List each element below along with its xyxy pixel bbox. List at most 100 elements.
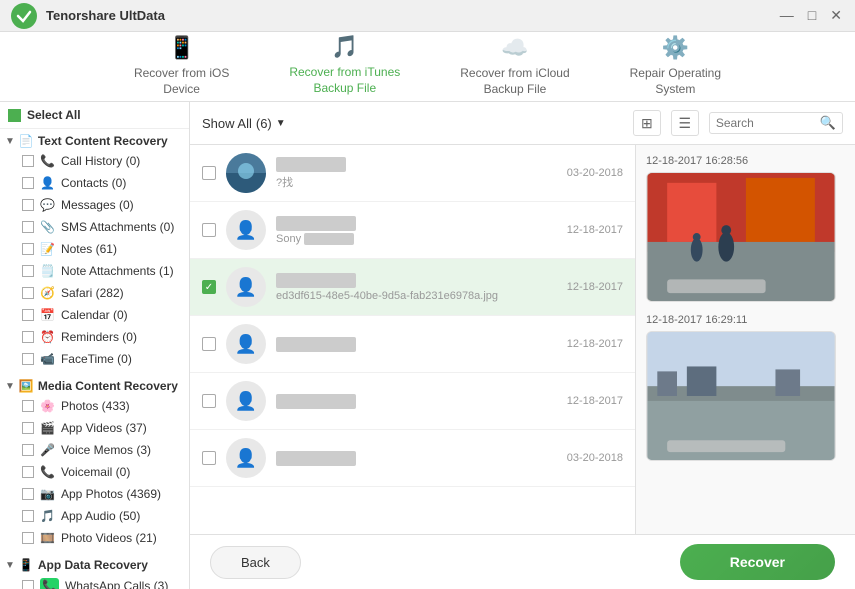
- sidebar-item-sms-attachments[interactable]: 📎 SMS Attachments (0): [0, 216, 189, 238]
- sidebar-item-facetime[interactable]: 📹 FaceTime (0): [0, 348, 189, 370]
- sidebar-item-contacts[interactable]: 👤 Contacts (0): [0, 172, 189, 194]
- nav-itunes[interactable]: 🎵 Recover from iTunesBackup File: [279, 26, 410, 106]
- preview-1-timestamp: 12-18-2017 16:28:56: [646, 155, 845, 167]
- sidebar-item-messages[interactable]: 💬 Messages (0): [0, 194, 189, 216]
- sidebar-item-photos[interactable]: 🌸 Photos (433): [0, 395, 189, 417]
- sidebar-item-voice-memos[interactable]: 🎤 Voice Memos (3): [0, 439, 189, 461]
- app-photos-checkbox[interactable]: [22, 488, 34, 500]
- item-1-date: 03-20-2018: [567, 167, 623, 179]
- logo-icon: [10, 2, 38, 30]
- item-5-info: ██████: [276, 394, 557, 409]
- list-item[interactable]: ✓ 👤 ██████ ed3df615-48e5-40be-9d5a-fab23…: [190, 259, 635, 316]
- call-history-icon: 📞: [40, 154, 55, 168]
- item-6-checkbox[interactable]: [202, 451, 216, 465]
- messages-checkbox[interactable]: [22, 199, 34, 211]
- item-2-sub: Sony ██: [276, 233, 557, 245]
- photo-videos-icon: 🎞️: [40, 531, 55, 545]
- voice-memos-icon: 🎤: [40, 443, 55, 457]
- photos-icon: 🌸: [40, 399, 55, 413]
- recover-button[interactable]: Recover: [680, 544, 835, 580]
- app-name: Tenorshare UltData: [46, 8, 165, 23]
- sidebar-item-safari[interactable]: 🧭 Safari (282): [0, 282, 189, 304]
- sidebar-item-photo-videos[interactable]: 🎞️ Photo Videos (21): [0, 527, 189, 549]
- list-item[interactable]: 👤 ██████ 12-18-2017: [190, 316, 635, 373]
- back-button[interactable]: Back: [210, 546, 301, 579]
- list-item[interactable]: ██████ ?找 03-20-2018: [190, 145, 635, 202]
- photos-checkbox[interactable]: [22, 400, 34, 412]
- nav-ios[interactable]: 📱 Recover from iOSDevice: [124, 27, 239, 105]
- sidebar-item-reminders[interactable]: ⏰ Reminders (0): [0, 326, 189, 348]
- whatsapp-calls-checkbox[interactable]: [22, 580, 34, 589]
- app-audio-checkbox[interactable]: [22, 510, 34, 522]
- main-content: Select All ▼ 📄 Text Content Recovery 📞 C…: [0, 102, 855, 589]
- app-videos-checkbox[interactable]: [22, 422, 34, 434]
- window-controls[interactable]: — □ ✕: [777, 7, 845, 24]
- list-item[interactable]: 👤 ██████ 03-20-2018: [190, 430, 635, 487]
- voicemail-checkbox[interactable]: [22, 466, 34, 478]
- repair-icon: ⚙️: [662, 35, 689, 61]
- sidebar-item-app-photos[interactable]: 📷 App Photos (4369): [0, 483, 189, 505]
- sidebar: Select All ▼ 📄 Text Content Recovery 📞 C…: [0, 102, 190, 589]
- call-history-checkbox[interactable]: [22, 155, 34, 167]
- item-1-checkbox[interactable]: [202, 166, 216, 180]
- item-2-avatar: 👤: [226, 210, 266, 250]
- show-all-button[interactable]: Show All (6) ▼: [202, 116, 286, 131]
- item-4-checkbox[interactable]: [202, 337, 216, 351]
- grid-view-button[interactable]: ⊞: [633, 110, 661, 136]
- select-all-label: Select All: [27, 108, 81, 122]
- sidebar-item-app-videos[interactable]: 🎬 App Videos (37): [0, 417, 189, 439]
- list-panel: ██████ ?找 03-20-2018 👤 ██████ Sony ██: [190, 145, 635, 534]
- sidebar-item-voicemail[interactable]: 📞 Voicemail (0): [0, 461, 189, 483]
- navbar: 📱 Recover from iOSDevice 🎵 Recover from …: [0, 32, 855, 102]
- sidebar-item-calendar[interactable]: 📅 Calendar (0): [0, 304, 189, 326]
- section-text-content[interactable]: ▼ 📄 Text Content Recovery: [0, 129, 189, 150]
- close-button[interactable]: ✕: [827, 7, 845, 24]
- nav-ios-label: Recover from iOSDevice: [134, 66, 229, 97]
- item-5-checkbox[interactable]: [202, 394, 216, 408]
- voicemail-icon: 📞: [40, 465, 55, 479]
- section-media-content[interactable]: ▼ 🖼️ Media Content Recovery: [0, 374, 189, 395]
- calendar-checkbox[interactable]: [22, 309, 34, 321]
- show-all-count: (6): [256, 116, 272, 131]
- select-all-checkbox[interactable]: [8, 109, 21, 122]
- facetime-checkbox[interactable]: [22, 353, 34, 365]
- sms-attachments-checkbox[interactable]: [22, 221, 34, 233]
- contacts-label: Contacts (0): [61, 176, 126, 190]
- list-item[interactable]: 👤 ██████ 12-18-2017: [190, 373, 635, 430]
- reminders-checkbox[interactable]: [22, 331, 34, 343]
- sidebar-item-note-attachments[interactable]: 🗒️ Note Attachments (1): [0, 260, 189, 282]
- item-2-checkbox[interactable]: [202, 223, 216, 237]
- maximize-button[interactable]: □: [805, 7, 819, 24]
- list-view-button[interactable]: ☰: [671, 110, 699, 136]
- app-videos-label: App Videos (37): [61, 421, 147, 435]
- list-item[interactable]: 👤 ██████ Sony ██ 12-18-2017: [190, 202, 635, 259]
- sidebar-item-notes[interactable]: 📝 Notes (61): [0, 238, 189, 260]
- media-expand-icon: ▼: [5, 381, 15, 392]
- sidebar-item-app-audio[interactable]: 🎵 App Audio (50): [0, 505, 189, 527]
- safari-checkbox[interactable]: [22, 287, 34, 299]
- nav-icloud[interactable]: ☁️ Recover from iCloudBackup File: [450, 27, 579, 105]
- app-audio-label: App Audio (50): [61, 509, 140, 523]
- note-attachments-label: Note Attachments (1): [61, 264, 174, 278]
- contacts-checkbox[interactable]: [22, 177, 34, 189]
- facetime-icon: 📹: [40, 352, 55, 366]
- item-3-info: ██████ ed3df615-48e5-40be-9d5a-fab231e69…: [276, 273, 557, 302]
- item-1-info: ██████ ?找: [276, 157, 557, 190]
- search-icon: 🔍: [820, 115, 836, 131]
- app-photos-label: App Photos (4369): [61, 487, 161, 501]
- sidebar-item-whatsapp-calls[interactable]: 📞 WhatsApp Calls (3): [0, 574, 189, 589]
- section-app-data[interactable]: ▼ 📱 App Data Recovery: [0, 553, 189, 574]
- nav-repair[interactable]: ⚙️ Repair OperatingSystem: [620, 27, 731, 105]
- item-3-avatar: 👤: [226, 267, 266, 307]
- search-input[interactable]: [716, 116, 816, 130]
- note-attachments-checkbox[interactable]: [22, 265, 34, 277]
- icloud-icon: ☁️: [501, 35, 528, 61]
- photo-videos-checkbox[interactable]: [22, 532, 34, 544]
- notes-checkbox[interactable]: [22, 243, 34, 255]
- voice-memos-checkbox[interactable]: [22, 444, 34, 456]
- sidebar-item-call-history[interactable]: 📞 Call History (0): [0, 150, 189, 172]
- item-3-checkbox[interactable]: ✓: [202, 280, 216, 294]
- select-all-row[interactable]: Select All: [0, 102, 189, 129]
- sms-attachments-icon: 📎: [40, 220, 55, 234]
- minimize-button[interactable]: —: [777, 7, 797, 24]
